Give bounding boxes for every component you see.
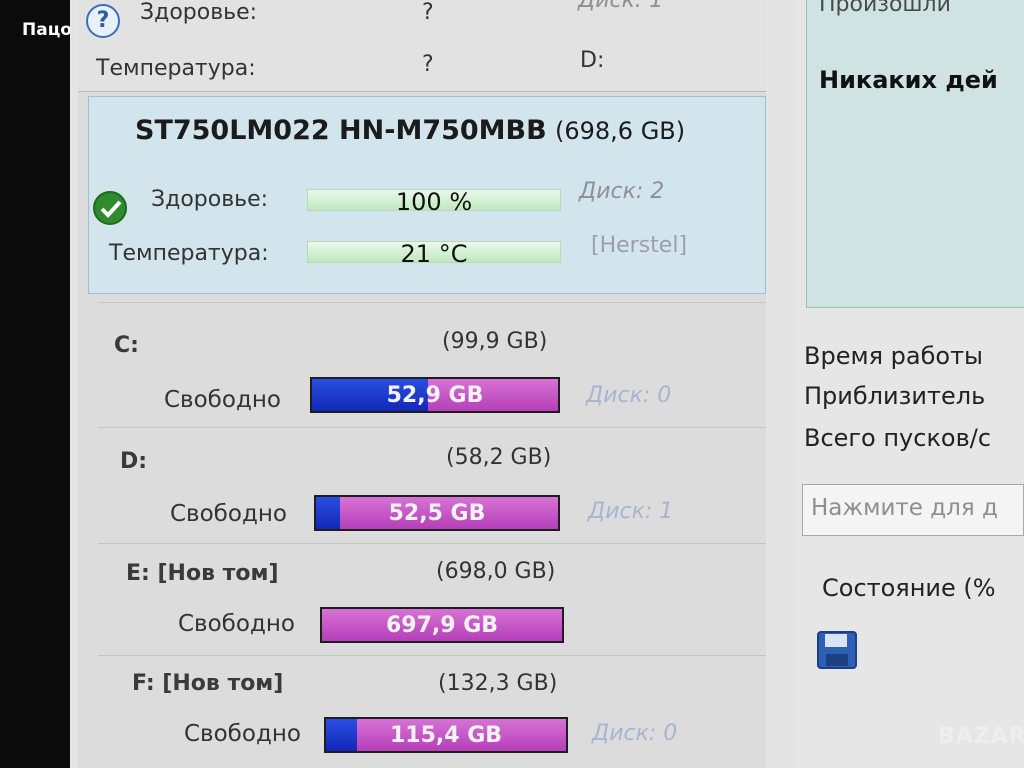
partition-name: D:	[120, 449, 148, 474]
disk-model: ST750LM022 HN-M750MBB	[135, 115, 547, 146]
free-label: Свободно	[170, 501, 287, 527]
free-space-bar: 115,4 GB	[324, 717, 568, 753]
events-header: Произошли	[819, 0, 951, 17]
events-box: Произошли Никаких дей	[806, 0, 1024, 308]
health-value: ?	[422, 0, 434, 25]
events-text: Никаких дей	[819, 66, 998, 94]
disk-size: (698,6 GB)	[555, 117, 686, 145]
health-bar: 100 %	[307, 189, 561, 214]
free-space-bar: 52,5 GB	[314, 495, 560, 531]
health-label: Здоровье:	[151, 187, 269, 212]
partition-name: E: [Нов том]	[126, 561, 279, 586]
disk-entry-previous[interactable]: ? Здоровье: ? Диск: 1 Температура: ? D:	[78, 0, 766, 92]
check-icon	[93, 191, 127, 225]
free-label: Свободно	[164, 387, 281, 413]
partition-divider	[98, 543, 766, 544]
question-icon: ?	[86, 4, 120, 38]
click-prompt-text: Нажмите для д	[811, 495, 998, 521]
temperature-extra: [Herstel]	[591, 233, 688, 258]
temperature-value: 21 °C	[400, 240, 468, 268]
disk-number: Диск: 1	[578, 0, 664, 13]
partition-size: (99,9 GB)	[442, 329, 548, 354]
click-prompt-field[interactable]: Нажмите для д	[802, 484, 1024, 536]
temperature-value: ?	[422, 52, 434, 77]
temperature-label: Температура:	[109, 241, 269, 266]
health-value: 100 %	[395, 188, 473, 216]
total-starts-label: Всего пусков/с	[804, 424, 992, 452]
partition-divider	[98, 427, 766, 428]
partition-disk-number: Диск: 0	[586, 383, 672, 408]
partition-size: (58,2 GB)	[446, 445, 552, 470]
free-label: Свободно	[178, 611, 295, 637]
partition-disk-number: Диск: 1	[588, 499, 674, 524]
free-space-value: 697,9 GB	[385, 613, 499, 638]
free-space-value: 52,9 GB	[386, 383, 484, 408]
partition-divider	[98, 655, 766, 656]
partition-name: C:	[114, 333, 139, 358]
app-window: ? Здоровье: ? Диск: 1 Температура: ? D: …	[70, 0, 1024, 768]
partition-name: F: [Нов том]	[132, 671, 284, 696]
watermark-bottom-right: BAZAR	[938, 724, 1024, 749]
free-space-value: 115,4 GB	[389, 723, 503, 748]
partition-disk-number: Диск: 0	[592, 721, 678, 746]
disk-entry-selected[interactable]: ST750LM022 HN-M750MBB (698,6 GB) Здоровь…	[88, 96, 766, 294]
partition-size: (132,3 GB)	[438, 671, 558, 696]
temperature-label: Температура:	[96, 56, 256, 81]
watermark-top-left: Пацо	[22, 20, 72, 40]
free-space-value: 52,5 GB	[388, 501, 486, 526]
partition-list: C: (99,9 GB) Свободно 52,9 GB Диск: 0 D:…	[98, 302, 766, 768]
disk-list-panel: ? Здоровье: ? Диск: 1 Температура: ? D: …	[78, 0, 766, 768]
free-space-bar: 697,9 GB	[320, 607, 564, 643]
temperature-bar: 21 °C	[307, 241, 561, 266]
disk-number: Диск: 2	[579, 179, 665, 204]
approx-label: Приблизитель	[804, 382, 986, 410]
free-label: Свободно	[184, 721, 301, 747]
details-panel: Произошли Никаких дей Время работы Прибл…	[796, 0, 1024, 768]
free-space-bar: 52,9 GB	[310, 377, 560, 413]
uptime-label: Время работы	[804, 342, 983, 370]
drive-letter: D:	[580, 48, 605, 73]
health-label: Здоровье:	[140, 0, 258, 25]
floppy-disk-icon[interactable]	[816, 630, 858, 670]
partition-size: (698,0 GB)	[436, 559, 556, 584]
state-label: Состояние (%	[822, 574, 996, 602]
